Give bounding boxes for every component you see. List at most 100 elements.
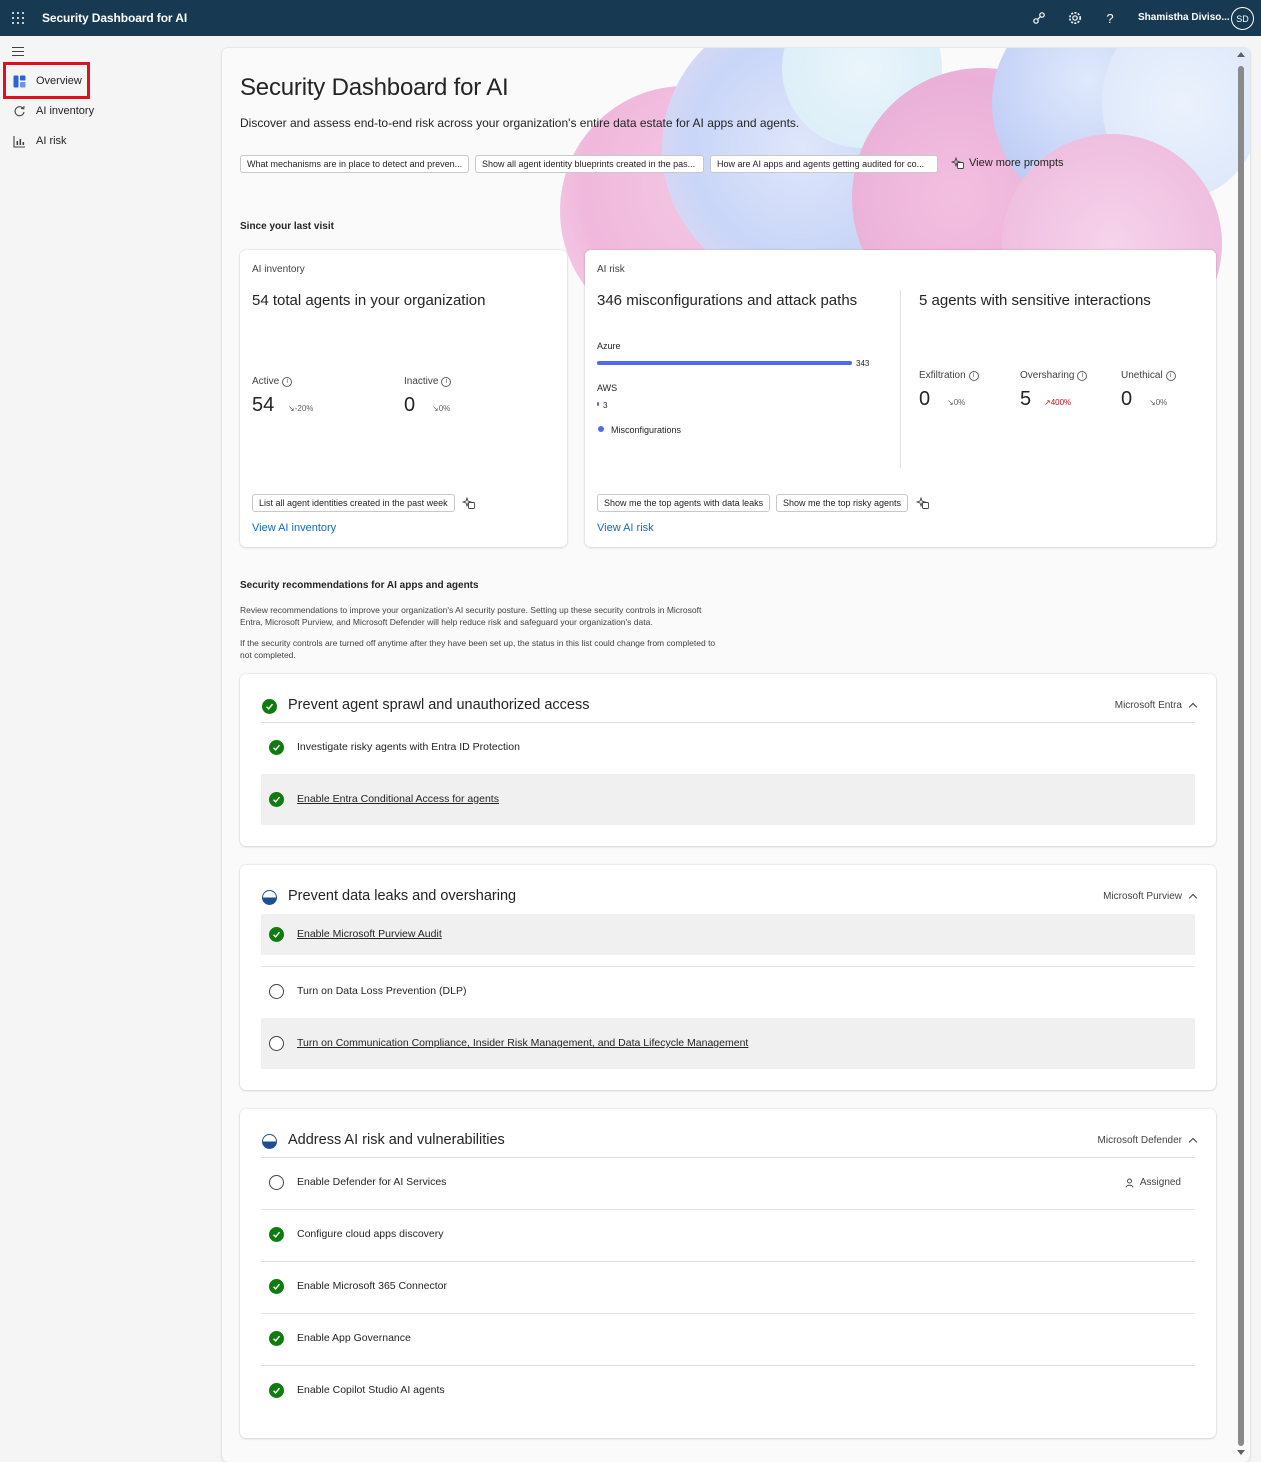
metric-unethical-trend: ↘0% bbox=[1149, 398, 1168, 407]
info-icon[interactable]: i bbox=[968, 370, 979, 381]
group-collapse-toggle[interactable]: Microsoft Purview bbox=[1103, 891, 1198, 903]
reco-item-link[interactable]: Enable Entra Conditional Access for agen… bbox=[297, 793, 499, 805]
partial-status-icon bbox=[262, 1134, 277, 1149]
reco-item: Enable App Governance bbox=[261, 1313, 1195, 1364]
assigned-badge[interactable]: Assigned bbox=[1125, 1177, 1181, 1188]
inventory-icon bbox=[12, 104, 26, 118]
info-icon[interactable]: i bbox=[441, 376, 452, 387]
inventory-prompt-chip[interactable]: List all agent identities created in the… bbox=[252, 494, 455, 512]
help-icon[interactable]: ? bbox=[1101, 9, 1119, 27]
reco-item-text: Turn on Data Loss Prevention (DLP) bbox=[297, 985, 467, 997]
recommendations-description: Review recommendations to improve your o… bbox=[240, 605, 702, 627]
reco-item-text: Enable Defender for AI Services bbox=[297, 1176, 447, 1188]
bar-value-aws: 3 bbox=[603, 401, 608, 410]
bar-aws[interactable] bbox=[597, 402, 599, 406]
sparkle-icon bbox=[950, 156, 965, 170]
metric-unethical-value: 0 bbox=[1121, 388, 1133, 410]
nav-item-label: AI risk bbox=[36, 135, 67, 147]
reco-item-link[interactable]: Turn on Communication Compliance, Inside… bbox=[297, 1037, 748, 1049]
metric-oversharing-trend: ↗400% bbox=[1044, 398, 1072, 407]
view-ai-risk-link[interactable]: View AI risk bbox=[597, 522, 654, 534]
card-divider bbox=[900, 290, 901, 468]
metric-exfiltration-trend: ↘0% bbox=[947, 398, 966, 407]
bar-value-azure: 343 bbox=[856, 359, 870, 368]
info-icon[interactable]: i bbox=[1165, 370, 1176, 381]
reco-item: Enable Defender for AI Services Assigned bbox=[261, 1157, 1195, 1208]
reco-item[interactable]: Turn on Communication Compliance, Inside… bbox=[261, 1018, 1195, 1069]
scroll-up-arrow[interactable] bbox=[1237, 52, 1245, 57]
incomplete-icon bbox=[269, 1036, 284, 1051]
ai-inventory-card-label: AI inventory bbox=[252, 264, 305, 275]
risk-prompt-chip-1[interactable]: Show me the top agents with data leaks bbox=[597, 494, 771, 512]
reco-group-defender: Address AI risk and vulnerabilities Micr… bbox=[240, 1109, 1216, 1438]
bar-azure[interactable] bbox=[597, 361, 852, 365]
complete-icon bbox=[269, 927, 284, 942]
sparkle-icon[interactable] bbox=[461, 496, 476, 510]
group-collapse-toggle[interactable]: Microsoft Entra bbox=[1115, 700, 1198, 712]
prompt-chip-1[interactable]: What mechanisms are in place to detect a… bbox=[240, 155, 469, 173]
sparkle-icon[interactable] bbox=[915, 496, 930, 510]
view-more-label: View more prompts bbox=[969, 157, 1064, 169]
metric-active-value: 54 bbox=[252, 394, 275, 416]
risk-prompt-chip-2[interactable]: Show me the top risky agents bbox=[776, 494, 909, 512]
nav-item-ai-inventory[interactable]: AI inventory bbox=[12, 100, 94, 122]
view-ai-inventory-link[interactable]: View AI inventory bbox=[252, 522, 336, 534]
metric-inactive-label: Inactive i bbox=[404, 376, 452, 387]
person-icon bbox=[1125, 1178, 1134, 1188]
reco-item[interactable]: Enable Microsoft Purview Audit bbox=[261, 914, 1195, 955]
ai-risk-card-label: AI risk bbox=[597, 264, 625, 275]
partial-status-icon bbox=[262, 890, 277, 905]
gear-icon[interactable] bbox=[1066, 9, 1084, 27]
app-title[interactable]: Security Dashboard for AI bbox=[42, 11, 187, 25]
complete-icon bbox=[269, 1383, 284, 1398]
legend-label: Misconfigurations bbox=[611, 425, 682, 435]
group-collapse-toggle[interactable]: Microsoft Defender bbox=[1098, 1135, 1198, 1147]
risk-chart-icon bbox=[12, 134, 26, 148]
ai-risk-headline-left: 346 misconfigurations and attack paths bbox=[597, 292, 858, 309]
reco-item-text: Enable Microsoft 365 Connector bbox=[297, 1280, 447, 1292]
prompt-chip-3[interactable]: How are AI apps and agents getting audit… bbox=[710, 155, 938, 173]
reco-item: Investigate risky agents with Entra ID P… bbox=[261, 722, 1195, 773]
info-icon[interactable]: i bbox=[1077, 370, 1088, 381]
selection-highlight bbox=[3, 62, 90, 99]
reco-item[interactable]: Enable Entra Conditional Access for agen… bbox=[261, 774, 1195, 825]
complete-icon bbox=[269, 1279, 284, 1294]
metric-oversharing-label: Oversharing i bbox=[1020, 370, 1088, 381]
share-link-icon[interactable] bbox=[1030, 9, 1048, 27]
reco-item: Configure cloud apps discovery bbox=[261, 1209, 1195, 1260]
complete-icon bbox=[269, 1227, 284, 1242]
scroll-down-arrow[interactable] bbox=[1237, 1450, 1245, 1455]
view-more-prompts-button[interactable]: View more prompts bbox=[950, 156, 1064, 170]
complete-icon bbox=[269, 1331, 284, 1346]
hamburger-menu-icon[interactable] bbox=[12, 47, 24, 56]
reco-item: Enable Copilot Studio AI agents bbox=[261, 1365, 1195, 1416]
reco-item: Enable Microsoft 365 Connector bbox=[261, 1261, 1195, 1312]
page-subtitle: Discover and assess end-to-end risk acro… bbox=[240, 116, 800, 130]
reco-item-text: Enable Copilot Studio AI agents bbox=[297, 1384, 445, 1396]
nav-item-label: AI inventory bbox=[36, 105, 95, 117]
chevron-up-icon bbox=[1188, 702, 1198, 712]
avatar[interactable]: SD bbox=[1231, 7, 1254, 30]
since-last-visit-heading: Since your last visit bbox=[240, 221, 334, 232]
metric-active-label: Active i bbox=[252, 376, 293, 387]
metric-oversharing-value: 5 bbox=[1020, 388, 1032, 410]
nav-item-ai-risk[interactable]: AI risk bbox=[12, 130, 67, 152]
metric-inactive-trend: ↘0% bbox=[432, 404, 451, 413]
chevron-up-icon bbox=[1188, 893, 1198, 903]
chevron-up-icon bbox=[1188, 1137, 1198, 1147]
info-icon[interactable]: i bbox=[282, 376, 293, 387]
reco-item-link[interactable]: Enable Microsoft Purview Audit bbox=[297, 928, 442, 940]
prompt-chip-2[interactable]: Show all agent identity blueprints creat… bbox=[475, 155, 704, 173]
reco-item: Turn on Data Loss Prevention (DLP) bbox=[261, 966, 1195, 1017]
reco-item-text: Investigate risky agents with Entra ID P… bbox=[297, 741, 520, 753]
legend-dot bbox=[598, 426, 604, 432]
metric-unethical-label: Unethical i bbox=[1121, 370, 1176, 381]
metric-active-trend: ↘-20% bbox=[288, 404, 314, 413]
scrollbar-thumb[interactable] bbox=[1238, 66, 1244, 1446]
complete-icon bbox=[269, 792, 284, 807]
reco-group-purview: Prevent data leaks and oversharing Micro… bbox=[240, 865, 1216, 1090]
complete-icon bbox=[269, 740, 284, 755]
user-name[interactable]: Shamistha Diviso... bbox=[1138, 12, 1230, 23]
app-launcher-icon[interactable] bbox=[12, 12, 24, 24]
group-title: Prevent data leaks and oversharing bbox=[288, 888, 517, 904]
